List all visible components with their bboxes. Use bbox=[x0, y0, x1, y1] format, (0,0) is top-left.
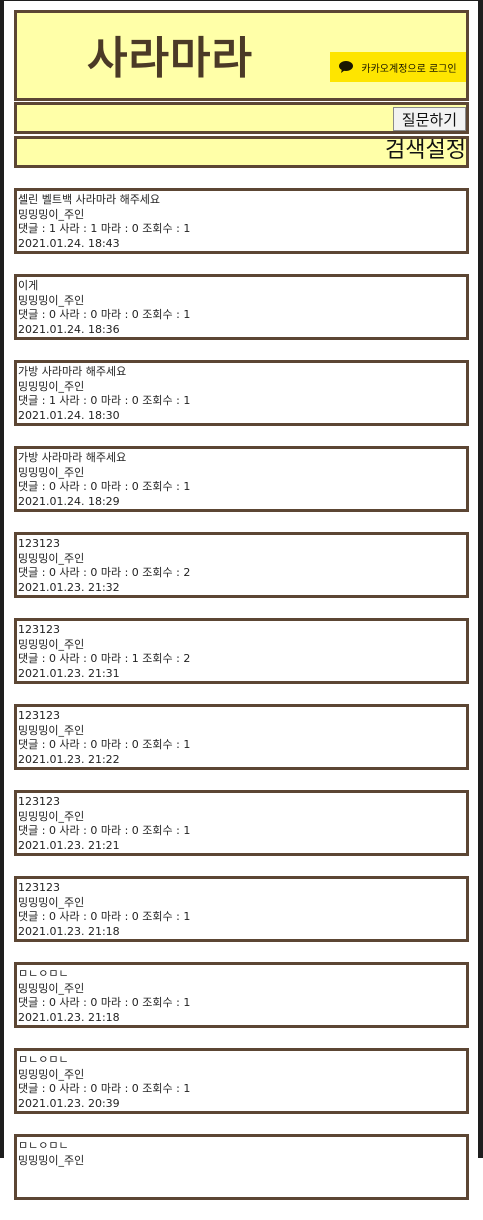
post-author: 밍밍밍이_주인 bbox=[18, 723, 85, 737]
post-author: 밍밍밍이_주인 bbox=[18, 1153, 85, 1167]
post-item[interactable]: 이게 밍밍밍이_주인 댓글 : 0 사라 : 0 마라 : 0 조회수 : 1 … bbox=[14, 274, 469, 340]
post-author: 밍밍밍이_주인 bbox=[18, 637, 85, 651]
post-title: 123123 bbox=[18, 537, 60, 550]
ask-bar: 질문하기 bbox=[14, 102, 469, 134]
post-item[interactable]: 가방 사라마라 해주세요 밍밍밍이_주인 댓글 : 0 사라 : 0 마라 : … bbox=[14, 446, 469, 512]
post-date: 2021.01.23. 21:18 bbox=[18, 924, 120, 938]
post-author: 밍밍밍이_주인 bbox=[18, 895, 85, 909]
post-title: 가방 사라마라 해주세요 bbox=[18, 451, 127, 464]
app: 사라마라 카카오계정으로 로그인 질문하기 검색설정 셀린 벨트백 사라마라 해… bbox=[14, 10, 469, 1220]
post-stats: 댓글 : 0 사라 : 0 마라 : 0 조회수 : 1 bbox=[18, 738, 191, 751]
post-title: 123123 bbox=[18, 709, 60, 722]
post-stats: 댓글 : 0 사라 : 0 마라 : 0 조회수 : 1 bbox=[18, 996, 191, 1009]
post-date: 2021.01.24. 18:36 bbox=[18, 322, 120, 336]
post-date: 2021.01.23. 21:32 bbox=[18, 580, 120, 594]
post-list: 셀린 벨트백 사라마라 해주세요 밍밍밍이_주인 댓글 : 1 사라 : 1 마… bbox=[14, 188, 469, 1200]
post-date: 2021.01.23. 20:39 bbox=[18, 1096, 120, 1110]
post-title: 셀린 벨트백 사라마라 해주세요 bbox=[18, 193, 161, 206]
post-title: ㅁㄴㅇㅁㄴ bbox=[18, 1139, 69, 1152]
post-author: 밍밍밍이_주인 bbox=[18, 379, 85, 393]
search-settings-link[interactable]: 검색설정 bbox=[385, 137, 466, 165]
kakao-login-label: 카카오계정으로 로그인 bbox=[361, 63, 457, 75]
post-item[interactable]: 가방 사라마라 해주세요 밍밍밍이_주인 댓글 : 1 사라 : 0 마라 : … bbox=[14, 360, 469, 426]
post-item[interactable]: 123123 밍밍밍이_주인 댓글 : 0 사라 : 0 마라 : 0 조회수 … bbox=[14, 704, 469, 770]
post-stats: 댓글 : 0 사라 : 0 마라 : 0 조회수 : 1 bbox=[18, 308, 191, 321]
post-date: 2021.01.23. 21:21 bbox=[18, 838, 120, 852]
post-item[interactable]: ㅁㄴㅇㅁㄴ 밍밍밍이_주인 bbox=[14, 1134, 469, 1200]
post-title: 123123 bbox=[18, 623, 60, 636]
post-date: 2021.01.23. 21:18 bbox=[18, 1010, 120, 1024]
post-stats: 댓글 : 0 사라 : 0 마라 : 0 조회수 : 2 bbox=[18, 566, 191, 579]
post-title: 123123 bbox=[18, 795, 60, 808]
post-title: 가방 사라마라 해주세요 bbox=[18, 365, 127, 378]
post-stats: 댓글 : 0 사라 : 0 마라 : 0 조회수 : 1 bbox=[18, 910, 191, 923]
post-item[interactable]: 123123 밍밍밍이_주인 댓글 : 0 사라 : 0 마라 : 0 조회수 … bbox=[14, 790, 469, 856]
post-item[interactable]: ㅁㄴㅇㅁㄴ 밍밍밍이_주인 댓글 : 0 사라 : 0 마라 : 0 조회수 :… bbox=[14, 962, 469, 1028]
post-author: 밍밍밍이_주인 bbox=[18, 551, 85, 565]
post-title: ㅁㄴㅇㅁㄴ bbox=[18, 967, 69, 980]
post-stats: 댓글 : 0 사라 : 0 마라 : 0 조회수 : 1 bbox=[18, 824, 191, 837]
post-date: 2021.01.24. 18:43 bbox=[18, 236, 120, 250]
post-item[interactable]: ㅁㄴㅇㅁㄴ 밍밍밍이_주인 댓글 : 0 사라 : 0 마라 : 0 조회수 :… bbox=[14, 1048, 469, 1114]
post-date: 2021.01.23. 21:22 bbox=[18, 752, 120, 766]
ask-question-button[interactable]: 질문하기 bbox=[392, 107, 466, 131]
post-author: 밍밍밍이_주인 bbox=[18, 465, 85, 479]
post-item[interactable]: 셀린 벨트백 사라마라 해주세요 밍밍밍이_주인 댓글 : 1 사라 : 1 마… bbox=[14, 188, 469, 254]
post-stats: 댓글 : 0 사라 : 0 마라 : 0 조회수 : 1 bbox=[18, 1082, 191, 1095]
post-author: 밍밍밍이_주인 bbox=[18, 293, 85, 307]
post-item[interactable]: 123123 밍밍밍이_주인 댓글 : 0 사라 : 0 마라 : 0 조회수 … bbox=[14, 532, 469, 598]
post-stats: 댓글 : 0 사라 : 0 마라 : 1 조회수 : 2 bbox=[18, 652, 191, 665]
post-item[interactable]: 123123 밍밍밍이_주인 댓글 : 0 사라 : 0 마라 : 0 조회수 … bbox=[14, 876, 469, 942]
post-stats: 댓글 : 1 사라 : 1 마라 : 0 조회수 : 1 bbox=[18, 222, 191, 235]
site-title: 사라마라 bbox=[87, 33, 253, 84]
post-item[interactable]: 123123 밍밍밍이_주인 댓글 : 0 사라 : 0 마라 : 1 조회수 … bbox=[14, 618, 469, 684]
kakao-login-button[interactable]: 카카오계정으로 로그인 bbox=[330, 52, 466, 82]
search-bar: 검색설정 bbox=[14, 136, 469, 168]
kakao-chat-icon bbox=[339, 61, 354, 73]
post-author: 밍밍밍이_주인 bbox=[18, 809, 85, 823]
post-date: 2021.01.24. 18:30 bbox=[18, 408, 120, 422]
post-author: 밍밍밍이_주인 bbox=[18, 981, 85, 995]
post-date: 2021.01.23. 21:31 bbox=[18, 666, 120, 680]
post-title: 이게 bbox=[18, 279, 39, 292]
post-stats: 댓글 : 1 사라 : 0 마라 : 0 조회수 : 1 bbox=[18, 394, 191, 407]
site-header: 사라마라 카카오계정으로 로그인 bbox=[14, 10, 469, 101]
post-stats: 댓글 : 0 사라 : 0 마라 : 0 조회수 : 1 bbox=[18, 480, 191, 493]
post-author: 밍밍밍이_주인 bbox=[18, 1067, 85, 1081]
post-title: 123123 bbox=[18, 881, 60, 894]
post-author: 밍밍밍이_주인 bbox=[18, 207, 85, 221]
post-date: 2021.01.24. 18:29 bbox=[18, 494, 120, 508]
post-title: ㅁㄴㅇㅁㄴ bbox=[18, 1053, 69, 1066]
